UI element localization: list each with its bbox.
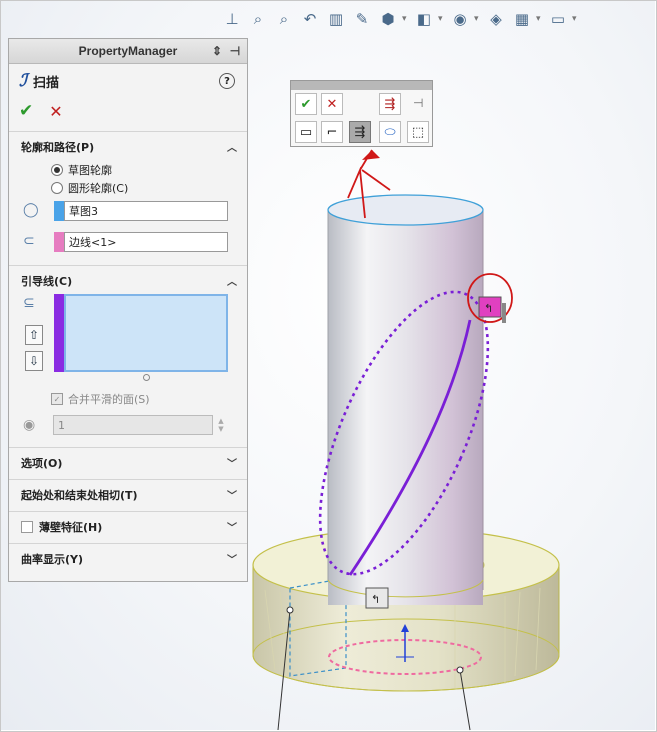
select-chain-icon[interactable]: ⇶ (349, 121, 371, 143)
guide-color-swatch (54, 294, 64, 372)
chevron-down-icon[interactable]: ▾ (536, 14, 544, 24)
hide-show-icon[interactable]: ◉ (448, 7, 472, 31)
select-other-icon[interactable]: ⇶ (379, 93, 401, 115)
move-down-button[interactable]: ⇩ (25, 351, 43, 371)
feature-title: ℐ 扫描 (19, 71, 59, 91)
radio-sketch-profile[interactable]: 草图轮廓 (51, 162, 112, 178)
thin-feature-checkbox[interactable] (21, 520, 33, 533)
chevron-up-icon[interactable]: ︿ (227, 273, 237, 288)
selection-toolbar-titlebar[interactable] (291, 81, 432, 90)
profile-field[interactable]: 草图3 (64, 201, 228, 221)
box-select-icon[interactable]: ⬚ (407, 121, 429, 143)
move-up-button[interactable]: ⇧ (25, 325, 43, 345)
sweep-icon: ℐ (19, 71, 27, 91)
section-view-icon[interactable]: ▥ (324, 7, 348, 31)
chevron-up-icon[interactable]: ︿ (227, 139, 237, 154)
chevron-down-icon[interactable]: ﹀ (227, 551, 237, 566)
ok-icon[interactable]: ✔ (295, 93, 317, 115)
section-title: 引导线(C) (21, 274, 73, 288)
cylinder-top (327, 194, 484, 226)
view-settings-icon[interactable]: ▭ (546, 7, 570, 31)
cylinder-body (328, 210, 483, 605)
dynamic-annotation-icon[interactable]: ✎ (350, 7, 374, 31)
section-guide-curves[interactable]: 引导线(C) ︿ (9, 265, 247, 295)
path-color-swatch (54, 232, 64, 252)
display-style-icon[interactable]: ◧ (412, 7, 436, 31)
checkbox-checked[interactable]: ✓ (51, 393, 63, 405)
section-title: 起始处和结束处相切(T) (21, 488, 138, 502)
view-orientation-icon[interactable]: ⊥ (220, 7, 244, 31)
apply-scene-icon[interactable]: ▦ (510, 7, 534, 31)
view-orientation-cube-icon[interactable]: ⬢ (376, 7, 400, 31)
section-tangency[interactable]: 起始处和结束处相切(T) ﹀ (9, 479, 247, 509)
chevron-down-icon[interactable]: ﹀ (227, 455, 237, 470)
guide-curves-list[interactable] (64, 294, 228, 372)
chevron-down-icon[interactable]: ▾ (438, 14, 446, 24)
svg-text:↰: ↰ (484, 302, 493, 315)
path-field[interactable]: 边线<1> (64, 232, 228, 252)
pin-icon[interactable]: ⊣ (413, 96, 423, 110)
feature-name: 扫描 (33, 75, 60, 91)
selection-toolbar: ✔ ✕ ⇶ ⊣ ▭ ⌐ ⇶ ⬭ ⬚ (290, 80, 433, 147)
chevron-down-icon[interactable]: ▾ (572, 14, 580, 24)
select-region-icon[interactable]: ⬭ (379, 121, 401, 143)
cancel-icon[interactable]: ✕ (321, 93, 343, 115)
merge-smooth-faces-checkbox[interactable]: ✓ 合并平滑的面(S) (51, 391, 150, 407)
pin-icon[interactable]: ⊣ (227, 43, 243, 59)
show-sections-icon[interactable]: ◉ (23, 417, 35, 433)
expand-icon[interactable]: ⇕ (209, 43, 225, 59)
section-title: 选项(O) (21, 456, 63, 470)
guide-count-spinner[interactable]: 1 (53, 415, 213, 435)
radio-button[interactable] (51, 182, 63, 194)
radio-circular-profile[interactable]: 圆形轮廓(C) (51, 180, 128, 196)
section-title: 薄壁特征(H) (39, 520, 103, 534)
profile-icon: ◯ (23, 202, 39, 218)
cancel-button[interactable]: ✕ (49, 102, 62, 121)
chevron-down-icon[interactable]: ﹀ (227, 487, 237, 502)
zoom-area-icon[interactable]: ⌕ (272, 7, 296, 31)
help-icon[interactable]: ? (219, 73, 235, 89)
spinner-arrows[interactable]: ▲ ▼ (215, 415, 227, 435)
ok-button[interactable]: ✔ (19, 101, 33, 121)
chevron-down-icon[interactable]: ▾ (474, 14, 482, 24)
closed-loop-icon[interactable]: ▭ (295, 121, 317, 143)
path-icon: ⊂ (23, 233, 35, 249)
property-manager-header: PropertyManager ⇕ ⊣ (9, 39, 247, 64)
section-title: 轮廓和路径(P) (21, 140, 95, 154)
section-thin-feature[interactable]: 薄壁特征(H) ﹀ (9, 511, 247, 541)
section-profile-path[interactable]: 轮廓和路径(P) ︿ (9, 131, 247, 161)
section-title: 曲率显示(Y) (21, 552, 84, 566)
previous-view-icon[interactable]: ↶ (298, 7, 322, 31)
radio-button-checked[interactable] (51, 164, 63, 176)
open-loop-icon[interactable]: ⌐ (321, 121, 343, 143)
chevron-down-icon[interactable]: ▾ (402, 14, 410, 24)
svg-text:↰: ↰ (371, 593, 380, 606)
heads-up-toolbar: ⊥ ⌕ ⌕ ↶ ▥ ✎ ⬢ ▾ ◧ ▾ ◉ ▾ ◈ ▦ ▾ ▭ ▾ (220, 4, 580, 34)
zoom-fit-icon[interactable]: ⌕ (246, 7, 270, 31)
resize-handle[interactable] (143, 374, 150, 381)
section-curvature-display[interactable]: 曲率显示(Y) ﹀ (9, 543, 247, 573)
edit-appearance-icon[interactable]: ◈ (484, 7, 508, 31)
chevron-down-icon[interactable]: ﹀ (227, 519, 237, 534)
section-options[interactable]: 选项(O) ﹀ (9, 447, 247, 477)
ok-cancel-group: ✔ ✕ (19, 101, 63, 121)
profile-color-swatch (54, 201, 64, 221)
property-manager-panel: PropertyManager ⇕ ⊣ ℐ 扫描 ? ✔ ✕ 轮廓和路径(P) … (8, 38, 248, 582)
property-manager-title: PropertyManager (78, 44, 178, 58)
guide-curve-icon: ⊆ (23, 295, 35, 311)
